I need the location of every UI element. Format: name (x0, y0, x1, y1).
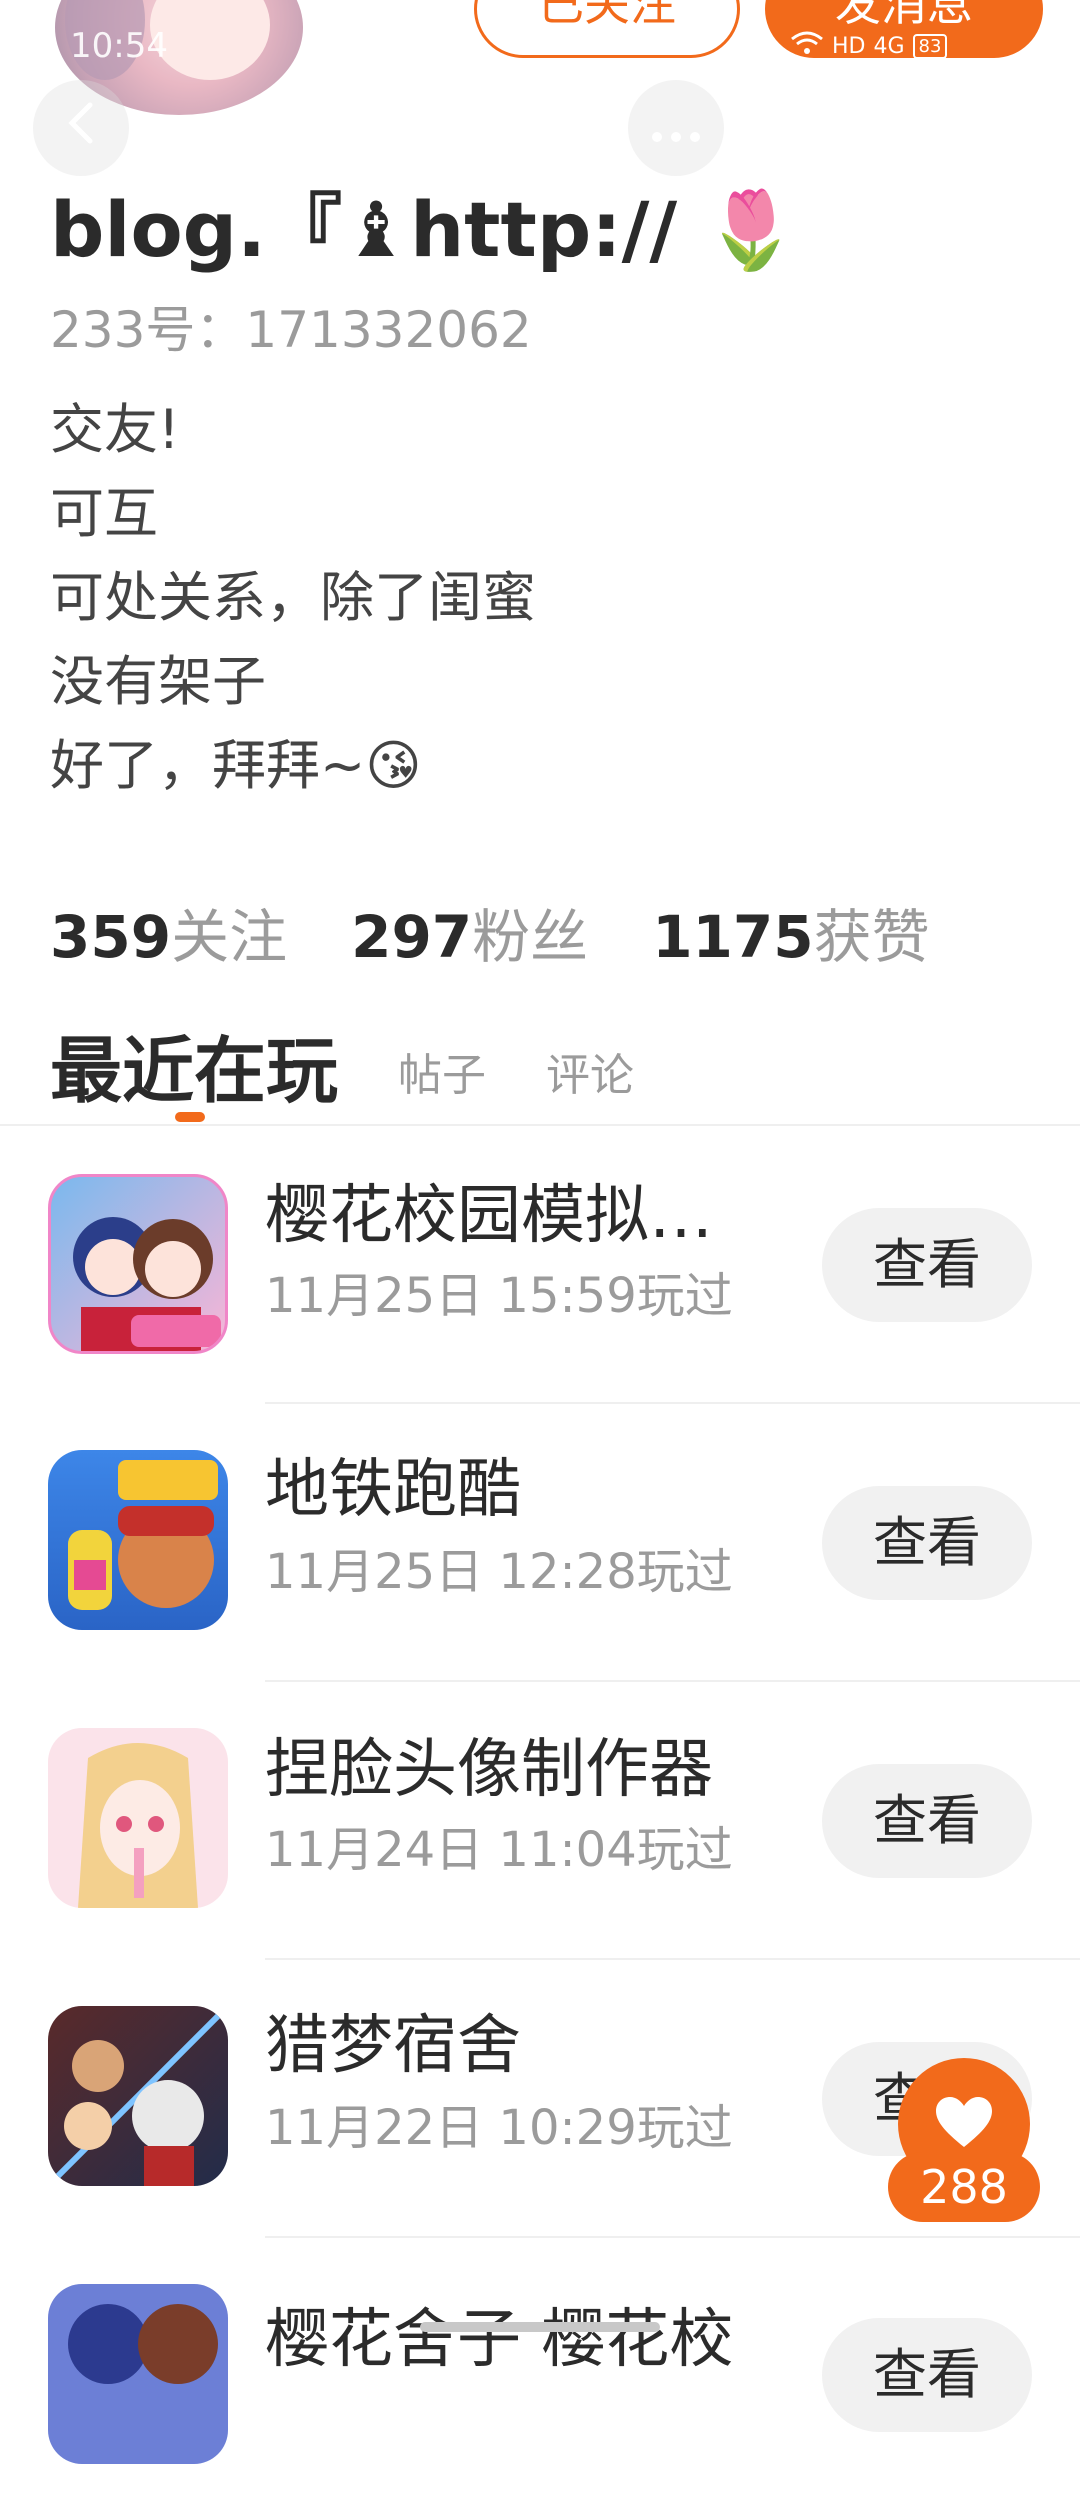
game-name: 樱花校园模拟器... (265, 1179, 765, 1253)
tab-posts[interactable]: 帖子 (398, 1039, 486, 1117)
game-icon (48, 1174, 228, 1354)
list-item[interactable]: 樱花舍子 樱花校 查看 (0, 2238, 1080, 2516)
more-button[interactable] (628, 80, 724, 176)
stat-number: 1175 (652, 903, 814, 971)
game-icon (48, 2284, 228, 2464)
bio-line: 可互 (50, 482, 158, 545)
network-hd: HD (832, 33, 866, 59)
stat-label: 获赞 (813, 903, 930, 971)
avatar-face (150, 0, 270, 80)
more-dots-icon (651, 103, 701, 154)
battery-level: 83 (912, 33, 948, 59)
game-played-time: 11月24日 11:04玩过 (265, 1822, 733, 1878)
tab-recently-played[interactable]: 最近在玩 (50, 1012, 338, 1117)
bio-line: 可处关系，除了闺蜜 (50, 566, 536, 629)
list-item[interactable]: 地铁跑酷 11月25日 12:28玩过 查看 (0, 1404, 1080, 1682)
like-count: 288 (888, 2152, 1040, 2222)
stat-label: 关注 (171, 903, 288, 971)
back-arrow-icon (66, 101, 96, 156)
network-4g: 4G (873, 33, 905, 59)
tab-comments[interactable]: 评论 (546, 1039, 634, 1117)
game-name: 地铁跑酷 (265, 1453, 521, 1527)
followed-button[interactable]: 已关注 (474, 0, 740, 58)
heart-icon (934, 2095, 994, 2153)
bio-line: 没有架子 (50, 650, 266, 713)
stat-following[interactable]: 359关注 (50, 890, 287, 974)
status-time: 10:54 (70, 26, 168, 66)
view-button[interactable]: 查看 (822, 1486, 1032, 1600)
list-item[interactable]: 樱花校园模拟器... 11月25日 15:59玩过 查看 (0, 1126, 1080, 1404)
stat-number: 297 (351, 903, 473, 971)
view-button[interactable]: 查看 (822, 1764, 1032, 1878)
profile-tabs: 最近在玩 帖子 评论 (50, 1012, 634, 1117)
stat-number: 359 (50, 903, 172, 971)
tab-active-indicator (175, 1112, 205, 1122)
view-button[interactable]: 查看 (822, 2318, 1032, 2432)
profile-bio: 交友! 可互 可处关系，除了闺蜜 没有架子 好了，拜拜~😘 (50, 388, 536, 808)
bio-line: 交友! (50, 398, 180, 461)
game-icon (48, 1450, 228, 1630)
status-icons: HD 4G 83 (790, 30, 948, 62)
back-button[interactable] (33, 80, 129, 176)
game-name: 捏脸头像制作器 (265, 1733, 713, 1807)
stat-label: 粉丝 (472, 903, 589, 971)
view-button[interactable]: 查看 (822, 1208, 1032, 1322)
game-icon (48, 1728, 228, 1908)
game-played-time: 11月22日 10:29玩过 (265, 2100, 733, 2156)
home-indicator (420, 2322, 660, 2332)
game-name: 猎梦宿舍 (265, 2009, 521, 2083)
stat-followers[interactable]: 297粉丝 (351, 890, 588, 974)
profile-stats: 359关注 297粉丝 1175获赞 (50, 890, 930, 974)
stat-likes[interactable]: 1175获赞 (652, 890, 929, 974)
game-played-time: 11月25日 15:59玩过 (265, 1268, 733, 1324)
profile-nickname: blog.『♝http:// 🌷 (50, 185, 799, 274)
bio-line: 好了，拜拜~😘 (50, 734, 422, 797)
game-name: 樱花舍子 樱花校 (265, 2303, 734, 2377)
profile-uid: 233号：171332062 (50, 301, 532, 359)
list-item[interactable]: 捏脸头像制作器 11月24日 11:04玩过 查看 (0, 1682, 1080, 1960)
game-played-time: 11月25日 12:28玩过 (265, 1544, 733, 1600)
game-icon (48, 2006, 228, 2186)
wifi-icon (790, 30, 824, 62)
